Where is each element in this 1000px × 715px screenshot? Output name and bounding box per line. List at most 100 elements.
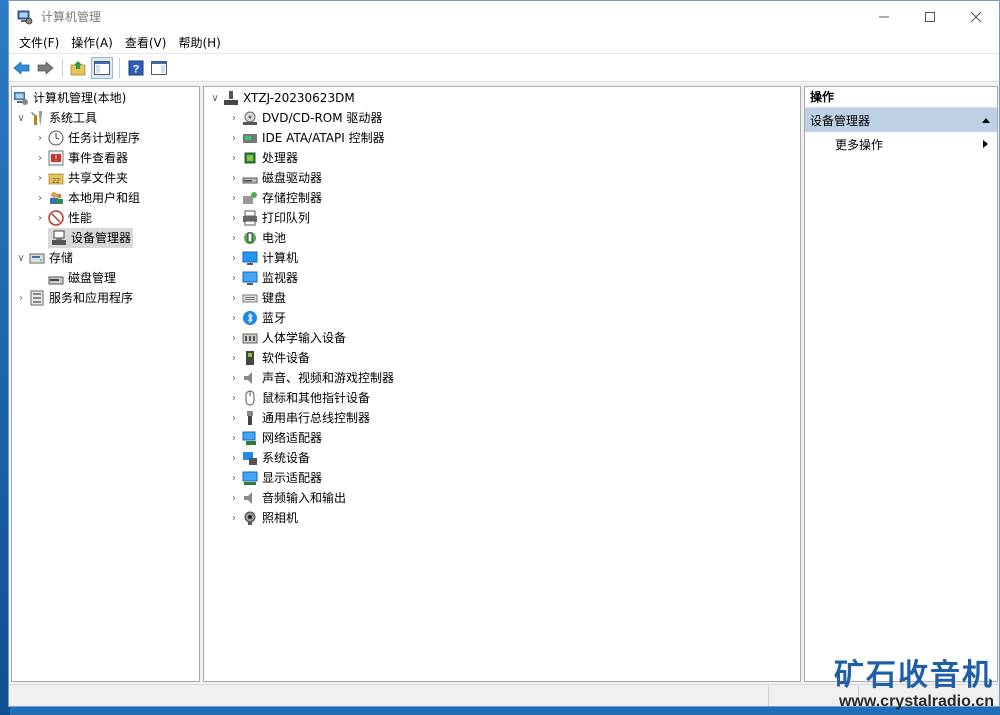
- device-category-4[interactable]: › 存储控制器: [226, 188, 322, 208]
- forward-button[interactable]: [34, 57, 56, 79]
- device-category-10[interactable]: › 蓝牙: [226, 308, 286, 328]
- processor-icon: [244, 152, 256, 164]
- battery-icon: [244, 232, 256, 244]
- close-button[interactable]: [953, 1, 999, 32]
- content-area: 计算机管理(本地) ∨ 系统工具 › 任务计划程序 › ! 事件查看器 › 22…: [9, 83, 999, 684]
- chevron-down-icon[interactable]: ∨: [207, 88, 223, 108]
- device-manager-icon: [52, 230, 66, 245]
- menu-file[interactable]: 文件(F): [13, 32, 65, 54]
- device-category-label: 打印队列: [262, 211, 311, 225]
- device-category-17[interactable]: › 系统设备: [226, 448, 310, 468]
- chevron-right-icon[interactable]: ›: [226, 308, 242, 328]
- more-actions-item[interactable]: 更多操作: [805, 132, 997, 156]
- tree-item-system-tools[interactable]: ∨ 系统工具: [13, 108, 97, 128]
- tree-item-storage[interactable]: ∨ 存储: [13, 248, 73, 268]
- device-category-5[interactable]: › 打印队列: [226, 208, 310, 228]
- device-root-computer[interactable]: ∨ XTZJ-20230623DM: [207, 88, 355, 108]
- device-category-1[interactable]: › IDE ATA/ATAPI 控制器: [226, 128, 385, 148]
- back-button[interactable]: [11, 57, 33, 79]
- device-category-20[interactable]: › 照相机: [226, 508, 298, 528]
- device-category-14[interactable]: › 鼠标和其他指针设备: [226, 388, 370, 408]
- chevron-right-icon[interactable]: ›: [226, 328, 242, 348]
- device-category-0[interactable]: › DVD/CD-ROM 驱动器: [226, 108, 382, 128]
- more-actions-label: 更多操作: [835, 137, 884, 152]
- menu-view[interactable]: 查看(V): [119, 32, 173, 54]
- chevron-down-icon[interactable]: ∨: [13, 248, 29, 268]
- dvd-drive-icon: [243, 111, 257, 125]
- tree-item-disk-management[interactable]: 磁盘管理: [32, 268, 116, 288]
- performance-icon: [48, 210, 64, 226]
- device-category-16[interactable]: › 网络适配器: [226, 428, 322, 448]
- tree-item-event-viewer[interactable]: › ! 事件查看器: [32, 148, 128, 168]
- device-category-11[interactable]: › 人体学输入设备: [226, 328, 346, 348]
- chevron-right-icon[interactable]: ›: [226, 388, 242, 408]
- tree-item-performance[interactable]: › 性能: [32, 208, 92, 228]
- tree-label: 计算机管理(本地): [33, 91, 127, 105]
- chevron-right-icon[interactable]: ›: [226, 208, 242, 228]
- chevron-right-icon[interactable]: ›: [226, 288, 242, 308]
- chevron-right-icon[interactable]: ›: [226, 128, 242, 148]
- chevron-right-icon[interactable]: ›: [226, 488, 242, 508]
- chevron-right-icon[interactable]: ›: [226, 228, 242, 248]
- tree-item-device-manager[interactable]: 设备管理器: [32, 228, 134, 248]
- services-icon: [30, 290, 44, 306]
- device-category-6[interactable]: › 电池: [226, 228, 286, 248]
- tree-item-shared-folders[interactable]: › 22 共享文件夹: [32, 168, 128, 188]
- title-bar: 计算机管理: [9, 1, 999, 32]
- chevron-down-icon[interactable]: ∨: [13, 108, 29, 128]
- device-category-8[interactable]: › 监视器: [226, 268, 298, 288]
- chevron-right-icon[interactable]: ›: [226, 268, 242, 288]
- device-category-12[interactable]: › 软件设备: [226, 348, 310, 368]
- tree-item-local-users[interactable]: › 本地用户和组: [32, 188, 140, 208]
- chevron-right-icon[interactable]: ›: [13, 288, 29, 308]
- chevron-right-icon[interactable]: ›: [226, 508, 242, 528]
- chevron-right-icon[interactable]: ›: [226, 368, 242, 388]
- actions-section-device-manager[interactable]: 设备管理器: [805, 108, 997, 132]
- chevron-right-icon[interactable]: ›: [226, 148, 242, 168]
- chevron-right-icon[interactable]: ›: [226, 468, 242, 488]
- console-tree-icon: [94, 60, 110, 75]
- chevron-right-icon[interactable]: ›: [226, 188, 242, 208]
- users-icon: [50, 192, 63, 204]
- device-category-7[interactable]: › 计算机: [226, 248, 298, 268]
- show-hide-tree-button[interactable]: [91, 56, 113, 79]
- storage-icon: [29, 253, 45, 264]
- chevron-right-icon[interactable]: ›: [32, 168, 48, 188]
- tree-item-task-scheduler[interactable]: › 任务计划程序: [32, 128, 140, 148]
- device-category-label: 照相机: [262, 511, 299, 525]
- chevron-right-icon[interactable]: ›: [226, 448, 242, 468]
- maximize-button[interactable]: [907, 1, 953, 32]
- device-category-3[interactable]: › 磁盘驱动器: [226, 168, 322, 188]
- svg-text:?: ?: [133, 63, 140, 75]
- device-category-13[interactable]: › 声音、视频和游戏控制器: [226, 368, 394, 388]
- tree-item-root[interactable]: 计算机管理(本地): [13, 88, 126, 108]
- computer-management-window: 计算机管理 文件(F) 操作(A) 查看(V) 帮助(H) ? 计算机管理(本地…: [8, 0, 1000, 707]
- device-category-18[interactable]: › 显示适配器: [226, 468, 322, 488]
- menu-action[interactable]: 操作(A): [65, 32, 119, 54]
- device-category-2[interactable]: › 处理器: [226, 148, 298, 168]
- chevron-right-icon[interactable]: ›: [32, 188, 48, 208]
- help-button[interactable]: ?: [125, 57, 147, 79]
- device-category-15[interactable]: › 通用串行总线控制器: [226, 408, 370, 428]
- tree-label: 任务计划程序: [68, 131, 141, 145]
- tree-item-services[interactable]: › 服务和应用程序: [13, 288, 133, 308]
- menu-help[interactable]: 帮助(H): [172, 32, 226, 54]
- chevron-right-icon[interactable]: ›: [32, 208, 48, 228]
- menu-bar: 文件(F) 操作(A) 查看(V) 帮助(H): [9, 32, 999, 54]
- chevron-right-icon[interactable]: ›: [226, 168, 242, 188]
- action-pane-button[interactable]: [148, 57, 170, 79]
- device-category-19[interactable]: › 音频输入和输出: [226, 488, 346, 508]
- chevron-right-icon[interactable]: ›: [226, 108, 242, 128]
- up-level-button[interactable]: [68, 57, 90, 79]
- minimize-button[interactable]: [861, 1, 907, 32]
- tree-label: 存储: [49, 251, 74, 265]
- chevron-right-icon[interactable]: ›: [226, 408, 242, 428]
- chevron-right-icon[interactable]: ›: [32, 148, 48, 168]
- device-category-9[interactable]: › 键盘: [226, 288, 286, 308]
- chevron-right-icon[interactable]: ›: [226, 248, 242, 268]
- chevron-right-icon[interactable]: ›: [226, 348, 242, 368]
- svg-text:22: 22: [52, 178, 60, 185]
- chevron-right-icon[interactable]: ›: [226, 428, 242, 448]
- computer-name: XTZJ-20230623DM: [243, 91, 355, 105]
- chevron-right-icon[interactable]: ›: [32, 128, 48, 148]
